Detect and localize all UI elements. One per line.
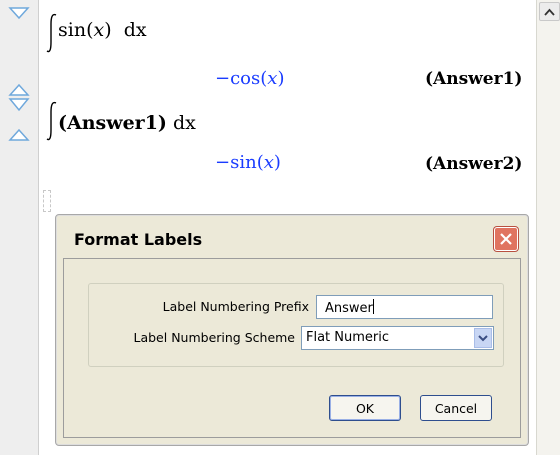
section-gutter: [0, 0, 39, 455]
prefix-input[interactable]: Answer: [316, 295, 493, 319]
close-button[interactable]: [494, 227, 518, 251]
ok-button[interactable]: OK: [329, 395, 401, 421]
expand-collapse-icon[interactable]: [8, 83, 30, 113]
dialog-title: Format Labels: [74, 230, 203, 249]
collapse-triangle-icon[interactable]: [8, 6, 30, 20]
integral-sign-2: [46, 101, 57, 141]
label-reference: (Answer1): [58, 112, 167, 134]
label-options-group: Label Numbering Prefix Answer Label Numb…: [88, 283, 504, 367]
format-labels-dialog: Format Labels Label Numbering Prefix Ans…: [55, 214, 529, 446]
insertion-placeholder[interactable]: [43, 190, 51, 212]
func-cos: cos: [230, 68, 261, 89]
cancel-button[interactable]: Cancel: [420, 395, 492, 421]
prefix-value: Answer: [325, 301, 373, 316]
equation-label-2[interactable]: (Answer2): [425, 154, 522, 174]
result-2: −sin(x): [215, 152, 281, 173]
minus-sign-1: −: [215, 68, 231, 89]
vertical-scrollbar[interactable]: [536, 0, 560, 455]
equation-label-1[interactable]: (Answer1): [425, 69, 522, 89]
dialog-titlebar[interactable]: Format Labels: [62, 221, 522, 257]
var-x-1: x: [93, 19, 105, 41]
chevron-down-icon: [478, 335, 488, 342]
result-1: −cos(x): [215, 68, 285, 89]
integral-sign-1: [46, 13, 57, 53]
dialog-body: Label Numbering Prefix Answer Label Numb…: [63, 258, 521, 438]
minus-sign-2: −: [215, 152, 231, 173]
close-icon: [500, 233, 512, 245]
scheme-value: Flat Numeric: [306, 330, 390, 345]
scheme-select[interactable]: Flat Numeric: [301, 326, 494, 350]
expand-triangle-icon[interactable]: [8, 128, 30, 142]
dropdown-button[interactable]: [474, 328, 492, 348]
var-x-3: x: [263, 152, 274, 173]
prefix-label: Label Numbering Prefix: [162, 299, 309, 314]
differential-2: dx: [172, 112, 196, 134]
func-sin-1: sin: [58, 19, 87, 41]
chevron-up-icon: [544, 8, 555, 16]
func-sin-2: sin: [230, 152, 257, 173]
var-x-2: x: [267, 68, 278, 89]
differential-1: dx: [123, 19, 147, 41]
scroll-up-button[interactable]: [539, 2, 560, 21]
scheme-label: Label Numbering Scheme: [133, 330, 296, 345]
text-caret: [372, 299, 374, 314]
